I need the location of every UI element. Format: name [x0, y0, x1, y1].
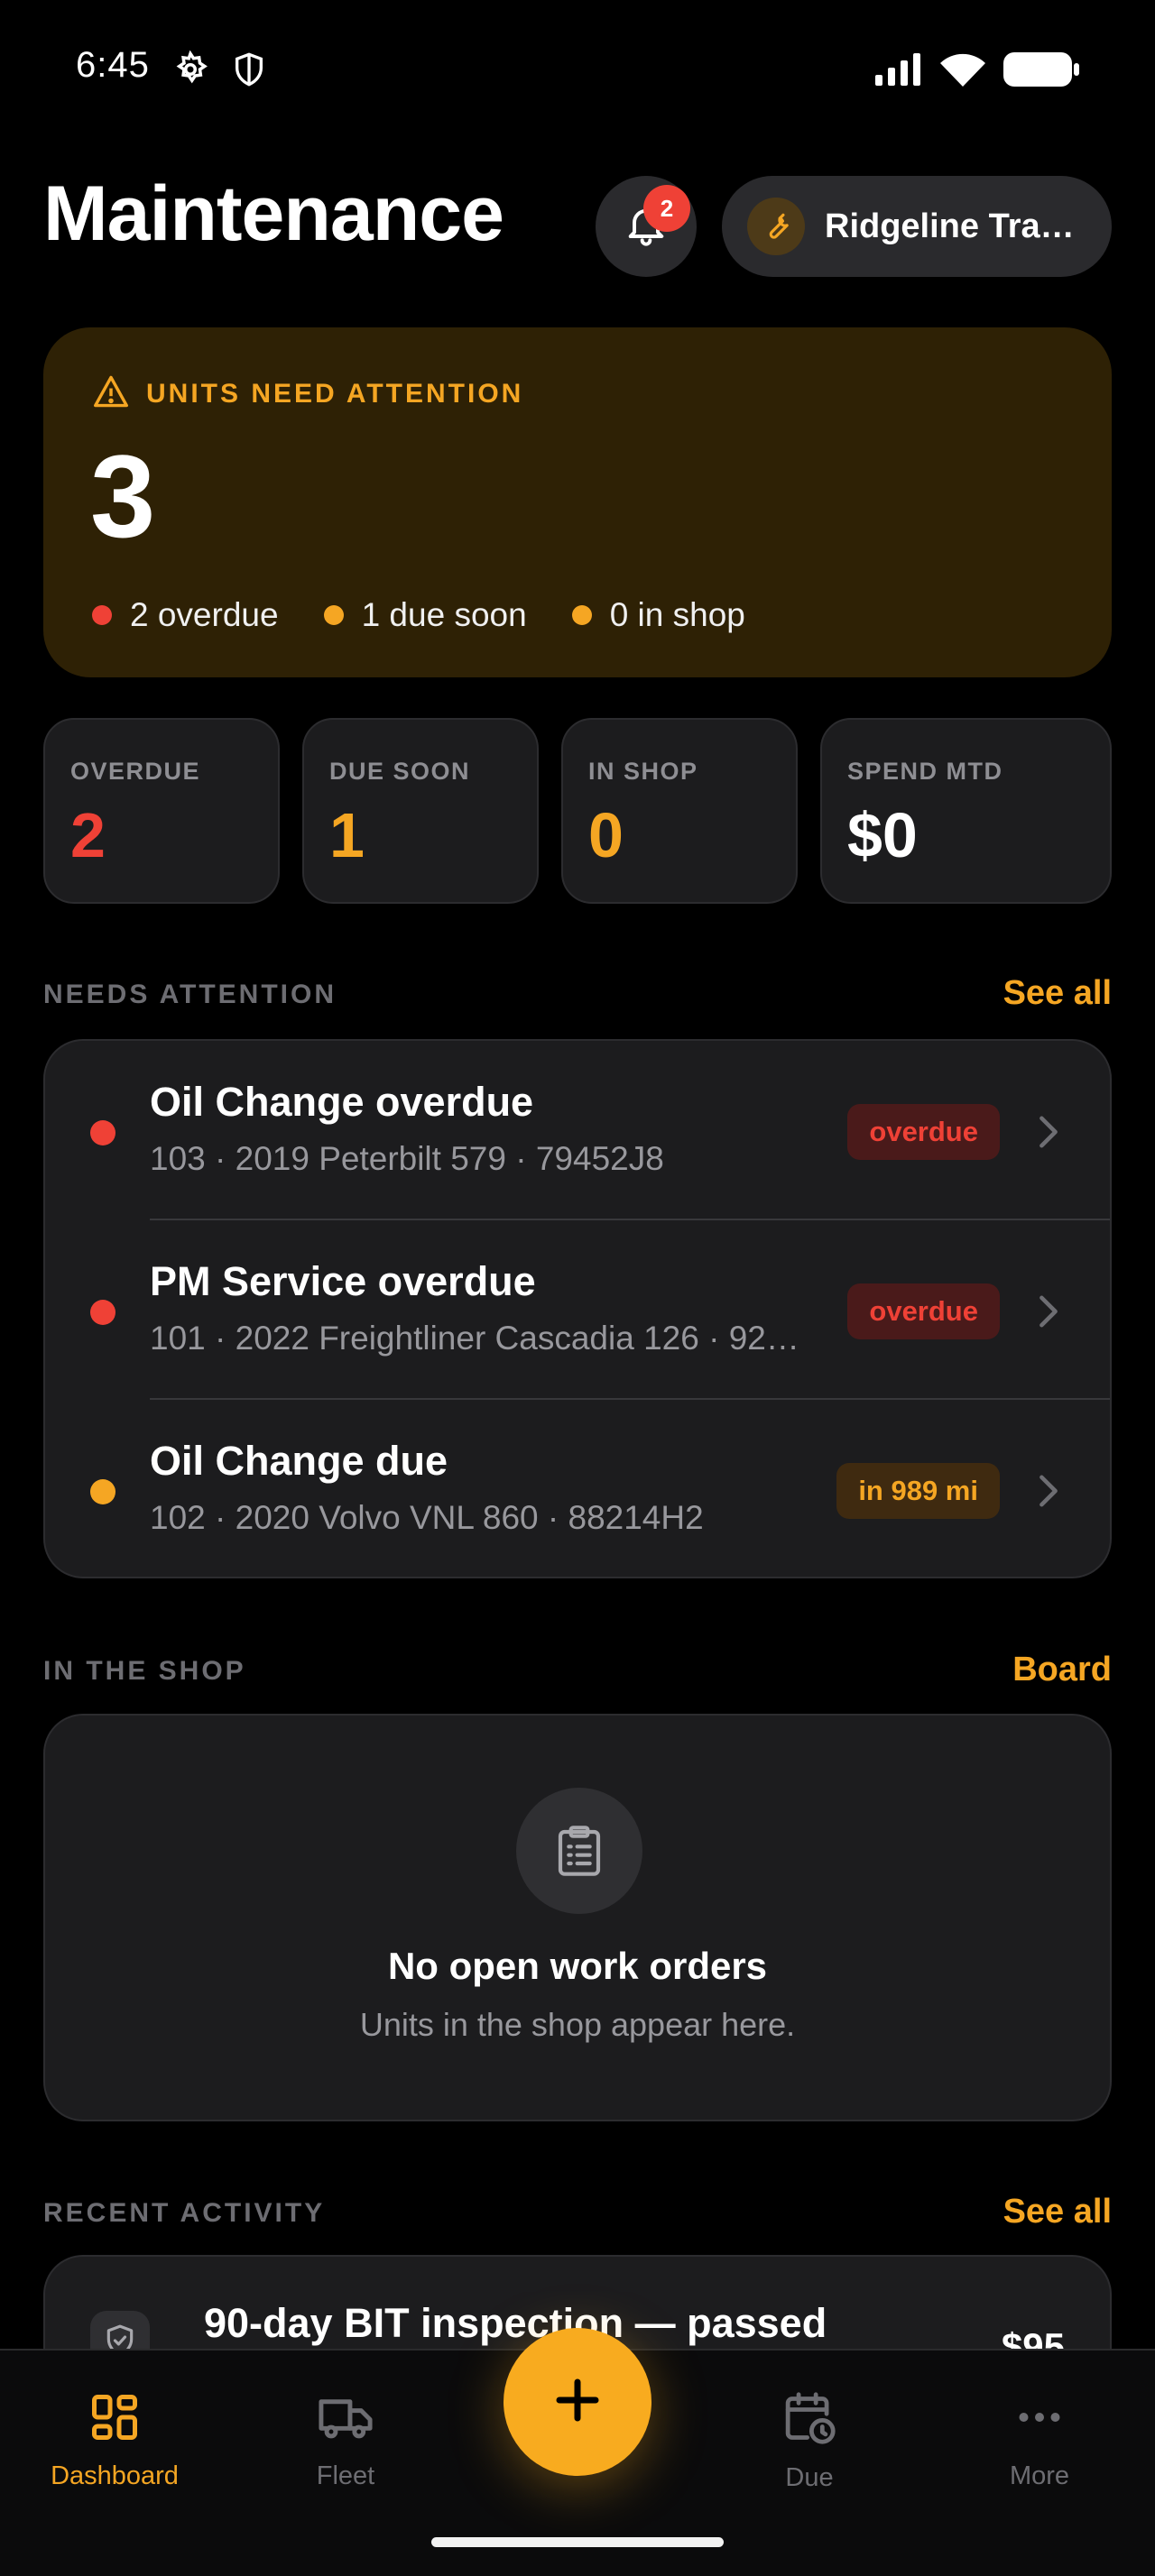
more-icon: [1012, 2390, 1067, 2449]
metric-overdue[interactable]: OVERDUE 2: [43, 718, 280, 904]
in-the-shop-heading: IN THE SHOP: [43, 1656, 246, 1686]
in-shop-stat-label: 0 in shop: [609, 596, 745, 633]
tab-dashboard[interactable]: Dashboard: [24, 2390, 205, 2491]
tab-fleet[interactable]: Fleet: [255, 2390, 436, 2491]
needs-attention-list: Oil Change overdue 103 · 2019 Peterbilt …: [43, 1039, 1112, 1578]
page-title: Maintenance: [43, 170, 504, 257]
needs-attention-see-all-link[interactable]: See all: [1003, 974, 1112, 1013]
activity-title: 90-day BIT inspection — passed: [204, 2300, 827, 2346]
settings-icon: [171, 50, 209, 93]
attention-summary-card[interactable]: UNITS NEED ATTENTION 3 2 overdue 1 due s…: [43, 327, 1112, 677]
chevron-right-icon: [1038, 1294, 1059, 1333]
overdue-stat: 2 overdue: [92, 596, 279, 634]
organization-name: Ridgeline Tra…: [825, 207, 1075, 245]
wifi-icon: [940, 52, 985, 91]
plus-icon: [550, 2373, 605, 2432]
attention-summary-header: UNITS NEED ATTENTION: [92, 374, 523, 413]
notification-badge: 2: [643, 185, 690, 232]
shop-board-link[interactable]: Board: [1012, 1651, 1112, 1689]
signal-icon: [875, 53, 922, 90]
list-item-title: Oil Change overdue: [150, 1079, 534, 1125]
home-indicator[interactable]: [431, 2537, 724, 2547]
chevron-right-icon: [1038, 1115, 1059, 1154]
clipboard-icon: [516, 1788, 642, 1914]
attention-breakdown: 2 overdue 1 due soon 0 in shop: [92, 596, 790, 634]
metric-value: $0: [847, 800, 918, 870]
chevron-right-icon: [1038, 1474, 1059, 1513]
tab-label: Due: [785, 2463, 834, 2492]
status-time: 6:45: [76, 45, 150, 85]
overdue-stat-label: 2 overdue: [130, 596, 279, 633]
empty-state-subtitle: Units in the shop appear here.: [359, 2006, 796, 2043]
metric-spend-mtd[interactable]: SPEND MTD $0: [820, 718, 1112, 904]
status-dot: [92, 605, 112, 625]
metric-label: IN SHOP: [588, 758, 698, 785]
add-button[interactable]: [504, 2328, 651, 2476]
status-badge: overdue: [847, 1104, 1000, 1160]
list-item-subtitle: 102 · 2020 Volvo VNL 860 · 88214H2: [150, 1499, 704, 1536]
metric-label: DUE SOON: [329, 758, 471, 785]
metric-due-soon[interactable]: DUE SOON 1: [302, 718, 539, 904]
status-dot: [90, 1300, 116, 1325]
attention-count: 3: [90, 430, 156, 562]
tab-more[interactable]: More: [949, 2390, 1130, 2491]
tab-due[interactable]: Due: [719, 2390, 900, 2493]
truck-icon: [317, 2390, 374, 2449]
recent-activity-see-all-link[interactable]: See all: [1003, 2193, 1112, 2231]
list-item-subtitle: 103 · 2019 Peterbilt 579 · 79452J8: [150, 1140, 664, 1177]
calendar-clock-icon: [781, 2390, 837, 2451]
status-dot: [90, 1479, 116, 1504]
metric-value: 0: [588, 800, 624, 870]
dashboard-icon: [88, 2390, 142, 2449]
list-item[interactable]: Oil Change overdue 103 · 2019 Peterbilt …: [45, 1041, 1110, 1220]
shield-icon: [231, 51, 267, 93]
due-soon-stat-label: 1 due soon: [361, 596, 527, 633]
status-indicators: [875, 52, 1079, 91]
attention-summary-label: UNITS NEED ATTENTION: [146, 378, 524, 409]
recent-activity-heading: RECENT ACTIVITY: [43, 2198, 326, 2228]
in-shop-stat: 0 in shop: [571, 596, 745, 634]
tab-label: Fleet: [316, 2461, 375, 2490]
battery-icon: [1003, 52, 1079, 91]
shop-empty-state: No open work orders Units in the shop ap…: [43, 1714, 1112, 2121]
needs-attention-heading: NEEDS ATTENTION: [43, 980, 337, 1009]
organization-switcher[interactable]: Ridgeline Tra…: [722, 176, 1112, 277]
status-dot: [323, 605, 344, 625]
list-item-title: PM Service overdue: [150, 1258, 536, 1304]
empty-state-title: No open work orders: [387, 1945, 768, 1987]
metric-value: 2: [70, 800, 106, 870]
metric-label: OVERDUE: [70, 758, 201, 785]
tab-label: More: [1009, 2461, 1070, 2490]
status-badge: overdue: [847, 1283, 1000, 1339]
metric-value: 1: [329, 800, 365, 870]
metric-label: SPEND MTD: [847, 758, 1003, 785]
due-soon-stat: 1 due soon: [323, 596, 527, 634]
status-bar: 6:45: [0, 0, 1155, 135]
list-item[interactable]: PM Service overdue 101 · 2022 Freightlin…: [45, 1220, 1110, 1400]
status-badge: in 989 mi: [836, 1463, 1000, 1519]
metric-in-shop[interactable]: IN SHOP 0: [561, 718, 798, 904]
tab-label: Dashboard: [51, 2461, 179, 2490]
status-dot: [571, 605, 592, 625]
list-item-subtitle: 101 · 2022 Freightliner Cascadia 126 · 9…: [150, 1320, 799, 1357]
wrench-icon: [747, 198, 805, 255]
warning-icon: [92, 374, 130, 413]
list-item[interactable]: Oil Change due 102 · 2020 Volvo VNL 860 …: [45, 1400, 1110, 1577]
status-dot: [90, 1120, 116, 1145]
list-item-title: Oil Change due: [150, 1438, 448, 1484]
